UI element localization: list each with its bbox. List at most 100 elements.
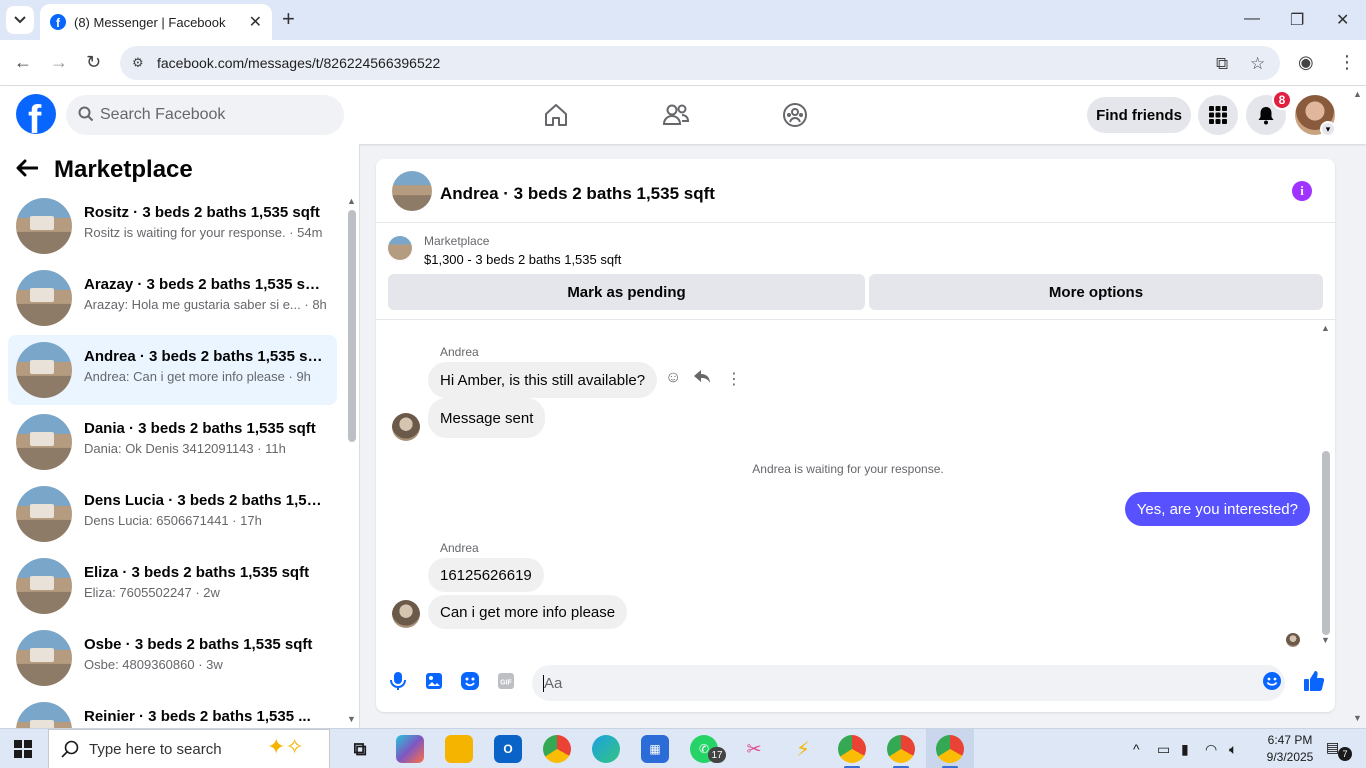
conversation-item[interactable]: Arazay · 3 beds 2 baths 1,535 sqft Araza… bbox=[8, 263, 337, 333]
page-scroll-up-icon[interactable]: ▲ bbox=[1353, 89, 1362, 99]
chrome-profile-icon[interactable] bbox=[838, 735, 866, 763]
chrome-icon[interactable] bbox=[543, 735, 571, 763]
sidebar-scrollbar[interactable] bbox=[348, 210, 356, 442]
microphone-icon[interactable] bbox=[388, 671, 408, 691]
gif-icon[interactable]: GIF bbox=[496, 671, 516, 691]
browser-tab-messenger[interactable]: f (8) Messenger | Facebook ✕ bbox=[40, 4, 272, 40]
friends-icon[interactable] bbox=[661, 100, 691, 130]
incoming-message-bubble[interactable]: Message sent bbox=[428, 398, 546, 438]
conversation-item[interactable]: Reinier · 3 beds 2 baths 1,535 ... bbox=[8, 695, 337, 728]
more-actions-icon[interactable]: ⋮ bbox=[726, 369, 742, 389]
conversation-name: Rositz · 3 beds 2 baths 1,535 sqft bbox=[84, 204, 320, 221]
chrome-active-icon[interactable] bbox=[936, 735, 964, 763]
tab-close-icon[interactable]: ✕ bbox=[249, 12, 262, 32]
copilot-app-icon[interactable] bbox=[396, 735, 424, 763]
message-text-field[interactable] bbox=[544, 665, 1244, 701]
incoming-message-bubble[interactable]: 16125626619 bbox=[428, 558, 544, 592]
waiting-status-text: Andrea is waiting for your response. bbox=[752, 462, 944, 476]
conversation-item[interactable]: Eliza · 3 beds 2 baths 1,535 sqft Eliza:… bbox=[8, 551, 337, 621]
groups-icon[interactable] bbox=[780, 100, 810, 130]
facebook-logo-icon[interactable]: f bbox=[16, 94, 56, 134]
tab-search-button[interactable] bbox=[6, 6, 34, 34]
url-text[interactable]: facebook.com/messages/t/826224566396522 bbox=[157, 55, 440, 71]
home-icon[interactable] bbox=[541, 100, 571, 130]
chrome-profile-icon[interactable] bbox=[887, 735, 915, 763]
listing-thumbnail bbox=[16, 558, 72, 614]
power-automate-icon[interactable]: ⚡ bbox=[789, 735, 817, 763]
edge-icon[interactable] bbox=[592, 735, 620, 763]
sender-avatar[interactable] bbox=[392, 413, 420, 441]
conversation-item[interactable]: Dania · 3 beds 2 baths 1,535 sqft Dania:… bbox=[8, 407, 337, 477]
incoming-message-bubble[interactable]: Can i get more info please bbox=[428, 595, 628, 629]
photo-icon[interactable] bbox=[424, 671, 444, 691]
scroll-up-arrow-icon[interactable]: ▲ bbox=[347, 196, 356, 206]
reload-icon[interactable]: ↻ bbox=[86, 52, 101, 73]
tab-title: (8) Messenger | Facebook bbox=[74, 14, 226, 30]
marketplace-conversations-sidebar: Marketplace Rositz · 3 beds 2 baths 1,53… bbox=[0, 144, 360, 728]
info-icon[interactable]: i bbox=[1292, 181, 1312, 201]
facebook-favicon-icon: f bbox=[50, 14, 66, 30]
site-settings-icon[interactable]: ⚙ bbox=[132, 55, 144, 71]
browser-menu-icon[interactable]: ⋮ bbox=[1338, 52, 1356, 73]
conversation-item[interactable]: Rositz · 3 beds 2 baths 1,535 sqft Rosit… bbox=[8, 191, 337, 261]
message-composer: GIF bbox=[376, 659, 1335, 707]
conversation-item[interactable]: Osbe · 3 beds 2 baths 1,535 sqft Osbe: 4… bbox=[8, 623, 337, 693]
thumbs-up-icon[interactable] bbox=[1302, 671, 1326, 691]
file-explorer-icon[interactable] bbox=[445, 735, 473, 763]
taskbar-clock[interactable]: 6:47 PM 9/3/2025 bbox=[1258, 732, 1322, 766]
new-tab-icon[interactable]: + bbox=[282, 8, 295, 30]
message-input[interactable] bbox=[532, 665, 1285, 701]
meet-now-icon[interactable]: ▭ bbox=[1157, 741, 1170, 758]
notification-count-badge: 8 bbox=[1272, 90, 1292, 110]
back-arrow-icon[interactable]: ← bbox=[14, 52, 32, 73]
snipping-tool-icon[interactable]: ✂ bbox=[740, 735, 768, 763]
conversation-item-active[interactable]: Andrea · 3 beds 2 baths 1,535 sqft Andre… bbox=[8, 335, 337, 405]
listing-price-title[interactable]: $1,300 - 3 beds 2 baths 1,535 sqft bbox=[424, 252, 621, 267]
volume-icon[interactable]: 🔈︎ bbox=[1229, 741, 1237, 758]
restore-icon[interactable]: ❐ bbox=[1290, 10, 1304, 30]
menu-grid-icon[interactable] bbox=[1198, 95, 1238, 135]
scroll-up-arrow-icon[interactable]: ▲ bbox=[1321, 323, 1330, 333]
microsoft-store-icon[interactable]: ▦ bbox=[641, 735, 669, 763]
reply-icon[interactable] bbox=[693, 369, 711, 390]
page-scroll-down-icon[interactable]: ▼ bbox=[1353, 713, 1362, 723]
window-close-icon[interactable]: ✕ bbox=[1336, 10, 1349, 30]
bookmark-star-icon[interactable]: ☆ bbox=[1250, 54, 1265, 74]
conversation-snippet: Arazay: Hola me gustaria saber si e... ·… bbox=[84, 297, 327, 312]
account-chevron-icon[interactable]: ▾ bbox=[1320, 121, 1336, 137]
install-app-icon[interactable]: ⧉ bbox=[1216, 54, 1228, 74]
back-arrow-icon[interactable] bbox=[16, 156, 39, 184]
conversation-item[interactable]: Dens Lucia · 3 beds 2 baths 1,53... Dens… bbox=[8, 479, 337, 549]
scroll-down-arrow-icon[interactable]: ▼ bbox=[347, 714, 356, 724]
taskbar-search-input[interactable]: Type here to search ✦✧ bbox=[48, 729, 330, 768]
emoji-icon[interactable] bbox=[1262, 671, 1282, 691]
windows-start-icon[interactable] bbox=[14, 740, 32, 758]
find-friends-button[interactable]: Find friends bbox=[1087, 97, 1191, 133]
chat-title[interactable]: Andrea · 3 beds 2 baths 1,535 sqft bbox=[440, 184, 715, 204]
sender-avatar[interactable] bbox=[392, 600, 420, 628]
message-thread: ▲ Andrea Hi Amber, is this still availab… bbox=[376, 321, 1335, 653]
listing-thumbnail[interactable] bbox=[392, 171, 432, 211]
address-bar[interactable]: ⚙ facebook.com/messages/t/82622456639652… bbox=[120, 46, 1280, 80]
mark-as-pending-button[interactable]: Mark as pending bbox=[388, 274, 865, 310]
notification-center-badge: 7 bbox=[1338, 747, 1352, 761]
wifi-icon[interactable]: ◠ bbox=[1205, 741, 1217, 758]
sticker-icon[interactable] bbox=[460, 671, 480, 691]
listing-thumbnail[interactable] bbox=[388, 236, 412, 260]
forward-arrow-icon[interactable]: → bbox=[50, 52, 68, 73]
profile-icon[interactable]: ◉ bbox=[1298, 52, 1314, 73]
listing-thumbnail bbox=[16, 630, 72, 686]
outlook-icon[interactable]: O bbox=[494, 735, 522, 763]
chat-scrollbar[interactable] bbox=[1322, 451, 1330, 635]
more-options-button[interactable]: More options bbox=[869, 274, 1323, 310]
outgoing-message-bubble[interactable]: Yes, are you interested? bbox=[1124, 492, 1310, 526]
react-emoji-icon[interactable]: ☺ bbox=[665, 369, 681, 387]
show-hidden-icons-chevron-icon[interactable]: ^ bbox=[1133, 741, 1140, 757]
incoming-message-bubble[interactable]: Hi Amber, is this still available? bbox=[428, 362, 658, 398]
task-view-icon[interactable]: ⧉ bbox=[346, 735, 374, 763]
minimize-icon[interactable]: — bbox=[1244, 10, 1260, 28]
scroll-down-arrow-icon[interactable]: ▼ bbox=[1321, 635, 1330, 645]
facebook-search-input[interactable]: Search Facebook bbox=[66, 95, 344, 135]
battery-icon[interactable]: ▮ bbox=[1181, 741, 1189, 758]
windows-taskbar: Type here to search ✦✧ ⧉ O ▦ ✆ 17 ✂ ⚡ ^ … bbox=[0, 728, 1366, 768]
